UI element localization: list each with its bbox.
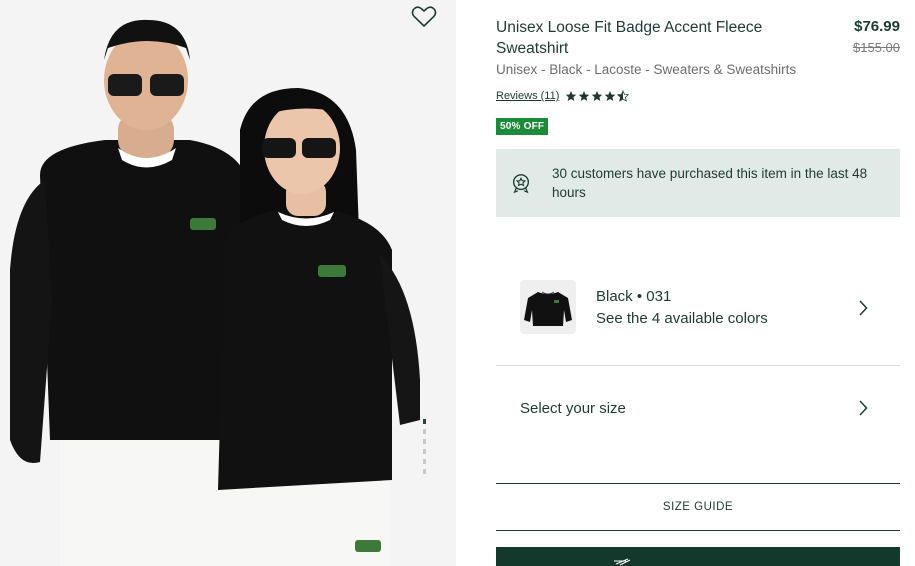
star-icon: [605, 91, 616, 101]
bag-icon: [614, 558, 631, 566]
current-price: $76.99: [854, 18, 900, 35]
gallery-dot[interactable]: [423, 429, 426, 434]
more-colors-text: See the 4 available colors: [596, 310, 768, 327]
award-badge-icon: [512, 174, 530, 194]
gallery-pagination: [422, 419, 428, 479]
rating-stars: [565, 90, 630, 102]
reviews-link[interactable]: Reviews (11): [496, 90, 559, 102]
purchase-notice: 30 customers have purchased this item in…: [496, 149, 900, 217]
chevron-right-icon: [859, 300, 868, 316]
original-price: $155.00: [853, 40, 900, 55]
size-selector[interactable]: Select your size: [496, 366, 900, 452]
product-title: Unisex Loose Fit Badge Accent Fleece Swe…: [496, 19, 763, 57]
gallery-dot[interactable]: [423, 459, 426, 464]
add-to-bag-button[interactable]: [496, 547, 900, 566]
model-woman: [210, 88, 420, 566]
product-details: Unisex Loose Fit Badge Accent Fleece Swe…: [496, 0, 900, 566]
size-guide-button[interactable]: SIZE GUIDE: [496, 483, 900, 531]
star-icon: [592, 91, 603, 101]
star-icon: [566, 91, 577, 101]
reviews-row: Reviews (11): [496, 90, 630, 102]
star-icon: [579, 91, 590, 101]
wishlist-heart-icon[interactable]: [410, 4, 438, 30]
size-label: Select your size: [520, 400, 626, 417]
gallery-dot[interactable]: [423, 449, 426, 454]
half-star-icon: [617, 90, 630, 102]
color-name: Black • 031: [596, 288, 672, 305]
discount-badge: 50% OFF: [496, 118, 549, 135]
gallery-dot[interactable]: [423, 439, 426, 444]
gallery-dot[interactable]: [423, 419, 426, 424]
color-thumbnail: [520, 280, 576, 334]
product-image-panel: [0, 0, 456, 566]
product-photo: [10, 19, 420, 566]
product-breadcrumb: Unisex - Black - Lacoste - Sweaters & Sw…: [496, 62, 797, 77]
gallery-dot[interactable]: [423, 469, 426, 474]
chevron-right-icon: [859, 400, 868, 416]
notice-text: 30 customers have purchased this item in…: [552, 166, 868, 200]
color-selector[interactable]: Black • 031 See the 4 available colors: [496, 250, 900, 366]
